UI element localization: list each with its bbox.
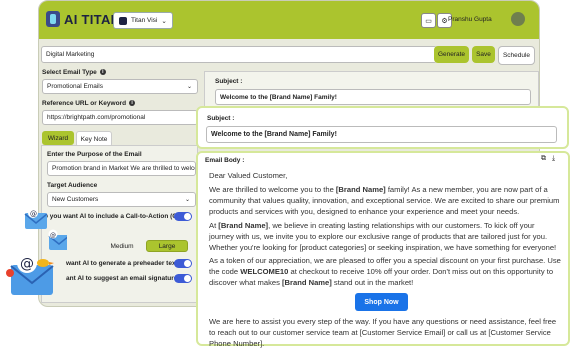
- info-icon: i: [129, 100, 136, 107]
- logo: AI TITAN: [46, 11, 120, 27]
- reference-label: Reference URL or Keyword i: [42, 100, 136, 107]
- chevron-down-icon: ⌄: [161, 17, 167, 25]
- gear-icon: ⚙: [441, 17, 448, 25]
- preheader-toggle[interactable]: [174, 259, 192, 268]
- envelope-at-icon: @: [48, 229, 67, 250]
- signature-toggle[interactable]: [174, 274, 192, 283]
- workspace-selector[interactable]: Titan Visi ⌄: [113, 12, 173, 29]
- schedule-button[interactable]: Schedule: [498, 46, 535, 65]
- user-name: Pranshu Gupta: [448, 16, 492, 23]
- display-icon: ▭: [425, 17, 432, 25]
- svg-text:@: @: [30, 210, 37, 218]
- subject-value[interactable]: Welcome to the [Brand Name] Family!: [206, 126, 557, 143]
- svg-text:@: @: [20, 256, 34, 272]
- length-large[interactable]: Large: [146, 240, 188, 252]
- subject-card: Subject : Welcome to the [Brand Name] Fa…: [196, 106, 569, 149]
- length-medium[interactable]: Medium: [102, 240, 142, 252]
- campaign-name-input[interactable]: Digital Marketing: [41, 46, 437, 63]
- svg-text:@: @: [50, 232, 56, 239]
- top-bar: AI TITAN Titan Visi ⌄ ▭ ⚙ Pranshu Gupta: [39, 1, 539, 39]
- shop-now-button[interactable]: Shop Now: [355, 293, 408, 311]
- audience-label: Target Audience: [47, 182, 98, 189]
- chevron-down-icon: ⌄: [186, 84, 192, 90]
- purpose-label: Enter the Purpose of the Email: [47, 151, 142, 158]
- logo-icon: [46, 11, 60, 27]
- subject-label: Subject :: [207, 115, 235, 122]
- tab-wizard[interactable]: Wizard: [42, 131, 74, 145]
- download-icon[interactable]: ⤓: [552, 155, 555, 163]
- email-paragraph-2: At [Brand Name], we believe in creating …: [209, 221, 557, 252]
- email-type-select[interactable]: Promotional Emails ⌄: [42, 79, 198, 94]
- logo-text: AI TITAN: [64, 11, 121, 27]
- email-paragraph-1: We are thrilled to welcome you to the [B…: [209, 185, 560, 216]
- email-body-card: Email Body : ⧉ ⤓ Dear Valued Customer, W…: [196, 151, 570, 348]
- preheader-question: want AI to generate a preheader text?: [66, 260, 182, 267]
- workspace-icon: [119, 16, 127, 25]
- display-button[interactable]: ▭: [421, 13, 436, 28]
- generate-button[interactable]: Generate: [434, 46, 469, 63]
- email-type-label: Select Email Type i: [42, 69, 106, 76]
- info-icon: i: [99, 69, 106, 76]
- email-greeting: Dear Valued Customer,: [209, 171, 288, 180]
- cta-toggle[interactable]: [174, 212, 192, 221]
- save-button[interactable]: Save: [472, 46, 495, 63]
- preview-subject-value: Welcome to the [Brand Name] Family!: [215, 89, 531, 105]
- purpose-input[interactable]: Promotion brand in Market We are thrille…: [47, 161, 196, 176]
- avatar[interactable]: [511, 12, 525, 26]
- email-body-label: Email Body :: [205, 157, 245, 164]
- signature-question: ant AI to suggest an email signature?: [66, 275, 182, 282]
- envelope-at-icon: @: [6, 253, 54, 295]
- copy-icon[interactable]: ⧉: [541, 155, 546, 163]
- preview-subject-label: Subject :: [215, 78, 243, 85]
- email-paragraph-4: We are here to assist you every step of …: [209, 317, 557, 348]
- reference-input[interactable]: https://brightpath.com/promotional: [42, 110, 198, 125]
- audience-select[interactable]: New Customers ⌄: [47, 192, 196, 207]
- email-paragraph-3: As a token of our appreciation, we are p…: [209, 256, 561, 287]
- chevron-down-icon: ⌄: [184, 197, 190, 203]
- envelope-decoration: @ @ @: [6, 208, 67, 295]
- workspace-name: Titan Visi: [131, 17, 158, 24]
- envelope-at-icon: @: [24, 208, 48, 229]
